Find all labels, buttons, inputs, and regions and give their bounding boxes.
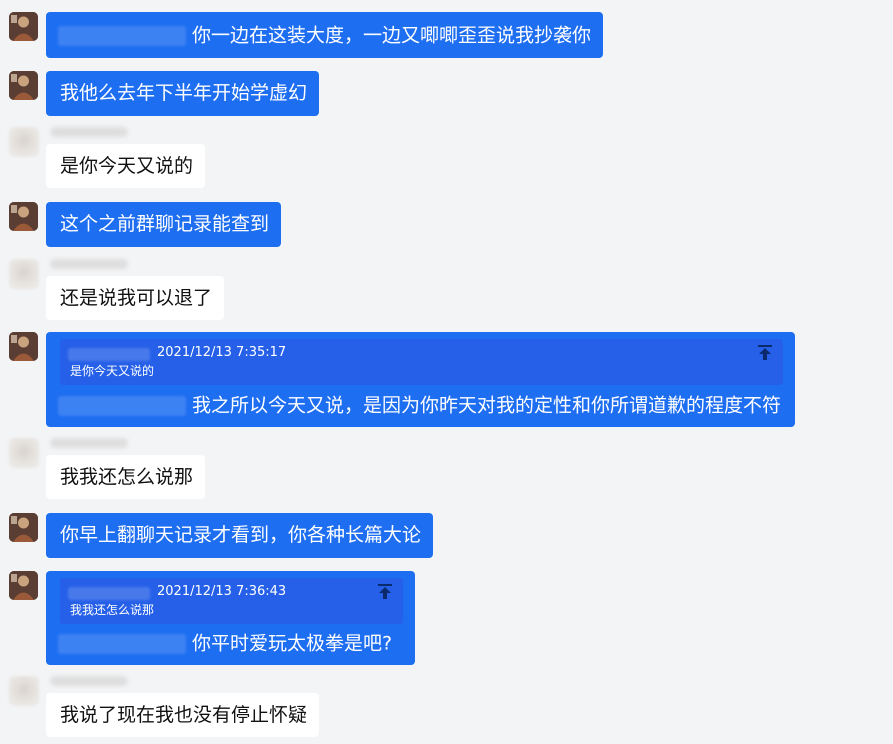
message-text: 这个之前群聊记录能查到 xyxy=(60,213,270,235)
message-text: 我之所以今天又说，是因为你昨天对我的定性和你所谓道歉的程度不符 xyxy=(192,394,782,417)
user-avatar-icon[interactable] xyxy=(9,571,38,600)
message-text: 你平时爱玩太极拳是吧? xyxy=(192,632,393,655)
contact-avatar-icon[interactable] xyxy=(9,676,39,706)
chat-bubble-sent[interactable]: 这个之前群聊记录能查到 xyxy=(46,202,282,247)
contact-avatar-icon[interactable] xyxy=(9,127,39,157)
chat-bubble-sent[interactable]: 你一边在这装大度，一边又唧唧歪歪说我抄袭你 xyxy=(46,12,604,58)
user-avatar-icon[interactable] xyxy=(9,202,38,231)
sender-name xyxy=(50,438,128,448)
message-body: 我之所以今天又说，是因为你昨天对我的定性和你所谓道歉的程度不符 xyxy=(46,392,781,420)
chat-bubble-received[interactable]: 还是说我可以退了 xyxy=(46,276,225,320)
sender-name xyxy=(50,259,128,269)
message-text: 你早上翻聊天记录才看到，你各种长篇大论 xyxy=(60,524,422,546)
user-avatar-icon[interactable] xyxy=(9,332,38,361)
quoted-timestamp: 2021/12/13 7:35:17 xyxy=(157,345,287,360)
message-text: 你一边在这装大度，一边又唧唧歪歪说我抄袭你 xyxy=(192,24,592,47)
mention-tag xyxy=(58,395,186,416)
user-avatar-icon[interactable] xyxy=(9,12,38,41)
mention-tag xyxy=(58,25,186,46)
jump-to-message-icon[interactable] xyxy=(758,345,772,361)
chat-bubble-received[interactable]: 是你今天又说的 xyxy=(46,144,206,188)
quoted-message[interactable]: 2021/12/13 7:36:43 我我还怎么说那 xyxy=(60,578,403,624)
message-text: 我我还怎么说那 xyxy=(60,466,194,488)
message-text: 我说了现在我也没有停止怀疑 xyxy=(60,704,308,726)
user-avatar-icon[interactable] xyxy=(9,513,38,542)
sender-name xyxy=(50,676,128,686)
mention-tag xyxy=(58,633,186,654)
jump-to-message-icon[interactable] xyxy=(378,584,392,600)
user-avatar-icon[interactable] xyxy=(9,71,38,100)
message-text: 是你今天又说的 xyxy=(60,155,194,177)
quoted-message[interactable]: 2021/12/13 7:35:17 是你今天又说的 xyxy=(60,339,783,385)
chat-bubble-received[interactable]: 我说了现在我也没有停止怀疑 xyxy=(46,693,320,737)
sender-name xyxy=(50,127,128,137)
quoted-text: 我我还怎么说那 xyxy=(70,603,155,617)
quoted-sender-name xyxy=(68,348,150,361)
contact-avatar-icon[interactable] xyxy=(9,259,39,289)
chat-bubble-received[interactable]: 我我还怎么说那 xyxy=(46,455,206,499)
message-text: 还是说我可以退了 xyxy=(60,287,213,309)
message-body: 你平时爱玩太极拳是吧? xyxy=(46,630,392,658)
quoted-text: 是你今天又说的 xyxy=(70,364,155,378)
quoted-timestamp: 2021/12/13 7:36:43 xyxy=(157,584,287,599)
message-text: 我他么去年下半年开始学虚幻 xyxy=(60,82,308,104)
contact-avatar-icon[interactable] xyxy=(9,438,39,468)
quoted-sender-name xyxy=(68,587,150,600)
chat-bubble-sent[interactable]: 你早上翻聊天记录才看到，你各种长篇大论 xyxy=(46,513,434,558)
chat-bubble-sent[interactable]: 我他么去年下半年开始学虚幻 xyxy=(46,71,320,116)
